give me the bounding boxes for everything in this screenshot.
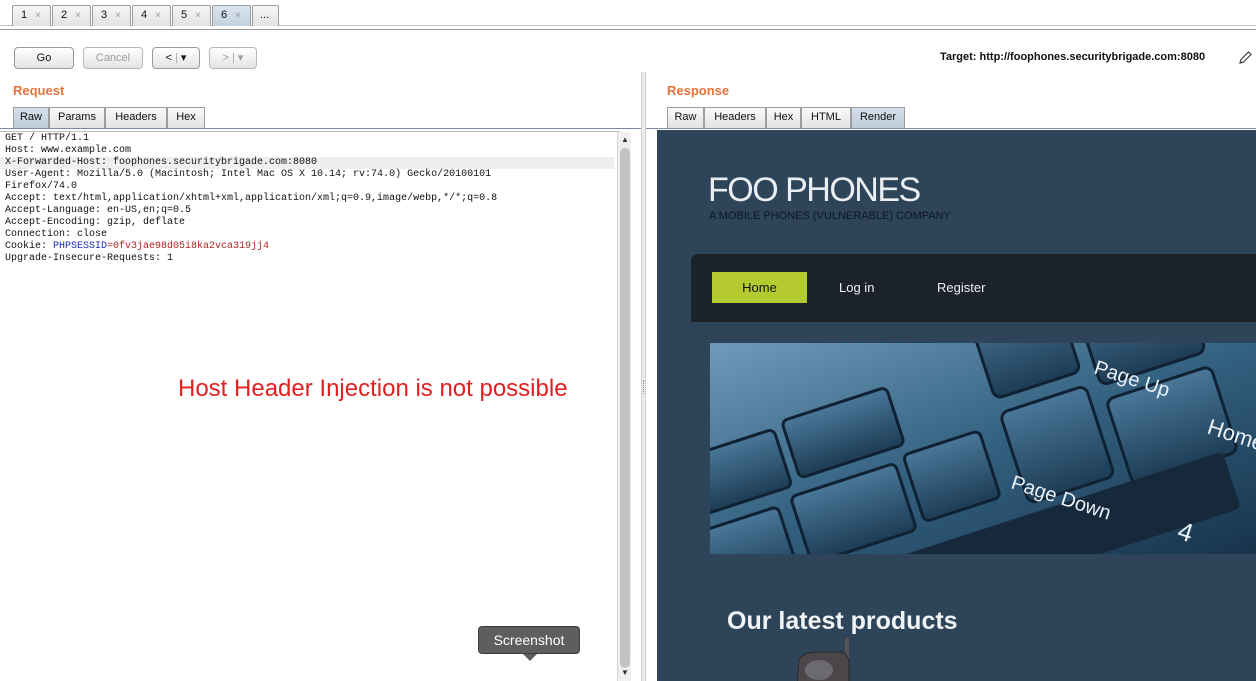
annotation-text: Host Header Injection is not possible: [178, 375, 568, 402]
close-icon[interactable]: ×: [195, 6, 201, 25]
tab-4[interactable]: 4 ×: [132, 5, 171, 26]
request-line: Upgrade-Insecure-Requests: 1: [5, 253, 174, 264]
screenshot-tooltip: Screenshot: [478, 626, 580, 661]
tooltip-text: Screenshot: [493, 632, 565, 648]
request-title: Request: [13, 83, 65, 98]
request-line: GET / HTTP/1.1: [5, 133, 90, 144]
request-tab-hex[interactable]: Hex: [167, 107, 205, 128]
section-heading: Our latest products: [727, 607, 958, 635]
close-icon[interactable]: ×: [75, 6, 81, 25]
tab-bar: 1 × 2 × 3 × 4 × 5 × 6 × ...: [0, 0, 1256, 30]
scroll-down-icon[interactable]: ▼: [621, 668, 629, 677]
pencil-icon[interactable]: [1237, 50, 1253, 66]
cookie-line: Cookie: PHPSESSID=0fv3jae98d05i8ka2vca31…: [5, 241, 269, 253]
site-subtitle: A MOBILE PHONES (VULNERABLE) COMPANY: [709, 210, 951, 222]
tab-label: 2: [61, 9, 68, 21]
forward-arrow-icon: >: [222, 52, 230, 64]
site-title: FOO PHONES: [708, 171, 921, 209]
go-button[interactable]: Go: [14, 47, 74, 69]
response-tab-html[interactable]: HTML: [801, 107, 851, 128]
tab-5[interactable]: 5 ×: [172, 5, 211, 26]
cookie-name: PHPSESSID: [53, 241, 108, 252]
cancel-button[interactable]: Cancel: [83, 47, 143, 69]
nav-login[interactable]: Log in: [839, 272, 874, 303]
scroll-up-icon[interactable]: ▲: [621, 135, 629, 144]
close-icon[interactable]: ×: [115, 6, 121, 25]
cookie-value: =0fv3jae98d05i8ka2vca319jj4: [107, 241, 270, 252]
request-line: User-Agent: Mozilla/5.0 (Macintosh; Inte…: [5, 169, 492, 180]
response-tab-headers[interactable]: Headers: [704, 107, 766, 128]
request-tab-params[interactable]: Params: [49, 107, 105, 128]
request-tab-headers[interactable]: Headers: [105, 107, 167, 128]
response-tab-render[interactable]: Render: [851, 107, 905, 128]
tab-more[interactable]: ...: [252, 5, 279, 26]
forward-button[interactable]: > | ▾: [209, 47, 257, 69]
button-divider: |: [232, 52, 235, 64]
request-line: Host: www.example.com: [5, 145, 132, 156]
tooltip-tail: [523, 654, 537, 661]
request-editor[interactable]: GET / HTTP/1.1 Host: www.example.com X-F…: [0, 131, 620, 681]
tab-label: 6: [221, 9, 228, 21]
request-scrollbar[interactable]: ▲ ▼: [617, 132, 631, 681]
response-tab-underline: [646, 128, 1256, 129]
request-tab-underline: [0, 128, 641, 129]
tab-label: ...: [260, 9, 270, 21]
tab-label: 4: [141, 9, 148, 21]
close-icon[interactable]: ×: [235, 6, 241, 25]
splitter-grip[interactable]: [643, 380, 644, 394]
tab-label: 3: [101, 9, 108, 21]
rendered-page: FOO PHONES A MOBILE PHONES (VULNERABLE) …: [657, 130, 1256, 681]
scrollbar-thumb[interactable]: [620, 148, 630, 668]
phone-thumbnail: [796, 638, 850, 681]
response-title: Response: [667, 83, 730, 98]
tab-6[interactable]: 6 ×: [212, 5, 251, 26]
request-line: Accept-Language: en-US,en;q=0.5: [5, 205, 192, 216]
nav-home[interactable]: Home: [712, 272, 807, 303]
request-tab-raw[interactable]: Raw: [13, 107, 49, 128]
target-label: Target: http://foophones.securitybrigade…: [940, 51, 1206, 63]
chevron-down-icon: ▾: [237, 52, 244, 64]
request-line: Accept-Encoding: gzip, deflate: [5, 217, 186, 228]
back-arrow-icon: <: [165, 52, 173, 64]
tab-label: 5: [181, 9, 188, 21]
tab-1[interactable]: 1 ×: [12, 5, 51, 26]
button-divider: |: [175, 52, 178, 64]
keyboard-hero-image: Page Up Page Down Home 4: [710, 343, 1256, 554]
tab-2[interactable]: 2 ×: [52, 5, 91, 26]
close-icon[interactable]: ×: [35, 6, 41, 25]
response-tab-raw[interactable]: Raw: [667, 107, 704, 128]
cookie-prefix: Cookie:: [5, 241, 54, 252]
chevron-down-icon: ▾: [180, 52, 187, 64]
panel-splitter[interactable]: [641, 72, 646, 681]
tab-3[interactable]: 3 ×: [92, 5, 131, 26]
close-icon[interactable]: ×: [155, 6, 161, 25]
response-tab-hex[interactable]: Hex: [766, 107, 801, 128]
tab-label: 1: [21, 9, 28, 21]
request-line: Firefox/74.0: [5, 181, 78, 192]
request-line: Connection: close: [5, 229, 108, 240]
request-line-highlighted: X-Forwarded-Host: foophones.securitybrig…: [0, 157, 614, 169]
site-nav: Home Log in Register: [691, 254, 1256, 322]
back-button[interactable]: < | ▾: [152, 47, 200, 69]
request-line: Accept: text/html,application/xhtml+xml,…: [5, 193, 498, 204]
nav-register[interactable]: Register: [937, 272, 985, 303]
